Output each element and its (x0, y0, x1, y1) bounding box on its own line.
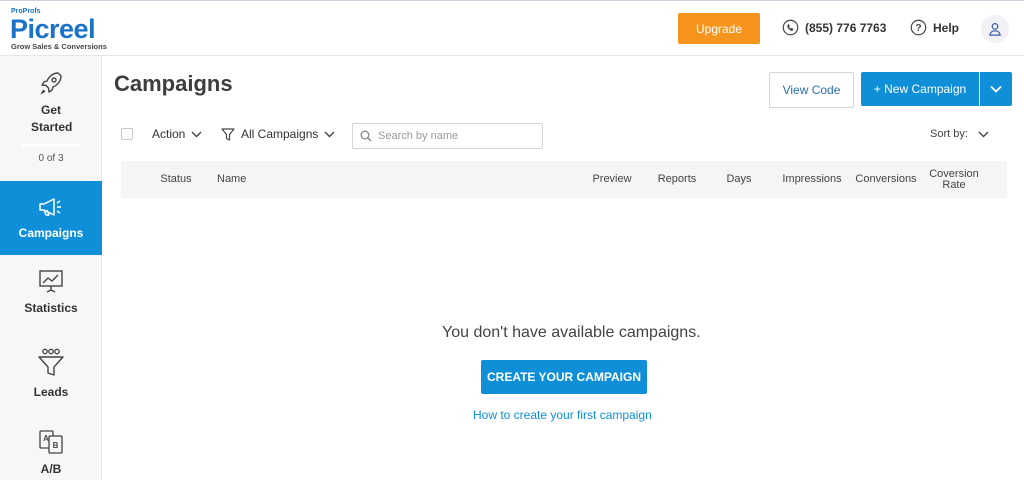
sidebar-item-campaigns[interactable]: Campaigns (0, 181, 102, 255)
sidebar-item-label: Get Started (31, 103, 73, 134)
sidebar-item-ab-test[interactable]: A B A/B (0, 429, 102, 478)
svg-text:?: ? (915, 23, 921, 34)
filter-icon (221, 127, 235, 141)
chevron-down-icon (990, 85, 1002, 93)
column-header-status[interactable]: Status (151, 161, 201, 198)
column-header-conversions[interactable]: Conversions (852, 161, 920, 198)
search-box (352, 123, 543, 149)
logo-brand: Picreel (10, 14, 96, 44)
chart-board-icon (39, 270, 63, 293)
help-icon: ? (910, 19, 927, 36)
help-link[interactable]: ? Help (910, 19, 959, 36)
top-bar: ProProfs Picreel Grow Sales & Conversion… (0, 0, 1024, 56)
column-header-conversion-rate[interactable]: Coversion Rate (924, 161, 984, 198)
column-header-days[interactable]: Days (719, 161, 759, 198)
column-header-preview[interactable]: Preview (587, 161, 637, 198)
ab-test-icon: A B (39, 430, 63, 454)
page-title: Campaigns (114, 71, 233, 96)
chevron-down-icon (191, 131, 202, 137)
get-started-progress-bar (22, 144, 80, 147)
sidebar-item-label: A/B (40, 462, 62, 476)
logo-tagline: Grow Sales & Conversions (11, 42, 107, 51)
sidebar-item-label: Campaigns (18, 225, 84, 240)
chevron-down-icon (324, 131, 335, 137)
sort-by-dropdown[interactable]: Sort by: (930, 128, 989, 140)
sidebar-item-label: Leads (33, 385, 69, 399)
phone-contact[interactable]: (855) 776 7763 (782, 19, 886, 36)
chevron-down-icon (978, 131, 989, 137)
funnel-icon (38, 348, 64, 376)
column-header-name[interactable]: Name (217, 161, 253, 198)
sidebar: Get Started 0 of 3 Campaigns Statistics … (0, 56, 102, 480)
sidebar-item-get-started[interactable]: Get Started 0 of 3 (0, 70, 102, 164)
user-icon (989, 22, 1001, 36)
new-campaign-button[interactable]: + New Campaign (861, 72, 979, 106)
svg-text:B: B (53, 441, 59, 450)
new-campaign-dropdown-button[interactable] (980, 72, 1012, 106)
svg-text:A: A (43, 434, 49, 443)
how-to-create-link[interactable]: How to create your first campaign (473, 408, 652, 422)
phone-icon (782, 19, 799, 36)
create-campaign-button[interactable]: CREATE YOUR CAMPAIGN (481, 360, 647, 394)
sidebar-item-leads[interactable]: Leads (0, 348, 102, 401)
rocket-icon (40, 72, 62, 95)
phone-number: (855) 776 7763 (805, 20, 887, 35)
sidebar-item-label: Statistics (24, 301, 78, 315)
user-avatar[interactable] (981, 15, 1009, 43)
filter-label: All Campaigns (241, 127, 319, 141)
search-input[interactable] (378, 130, 538, 142)
empty-state-message: You don't have available campaigns. (442, 324, 701, 341)
select-all-checkbox[interactable] (121, 128, 133, 140)
campaign-filter-dropdown[interactable]: All Campaigns (221, 127, 335, 141)
column-header-impressions[interactable]: Impressions (777, 161, 847, 198)
get-started-progress-text: 0 of 3 (38, 153, 64, 164)
upgrade-button[interactable]: Upgrade (678, 13, 760, 44)
help-label: Help (933, 20, 960, 35)
action-label: Action (152, 127, 186, 141)
picreel-logo[interactable]: ProProfs Picreel Grow Sales & Conversion… (10, 8, 120, 52)
campaign-table-header: Status Name Preview Reports Days Impress… (121, 161, 1007, 198)
action-dropdown[interactable]: Action (152, 127, 202, 141)
search-icon (360, 130, 372, 142)
sort-label: Sort by: (930, 128, 968, 140)
megaphone-icon (39, 197, 61, 216)
sidebar-item-statistics[interactable]: Statistics (0, 268, 102, 317)
view-code-button[interactable]: View Code (769, 72, 854, 108)
column-header-reports[interactable]: Reports (652, 161, 702, 198)
